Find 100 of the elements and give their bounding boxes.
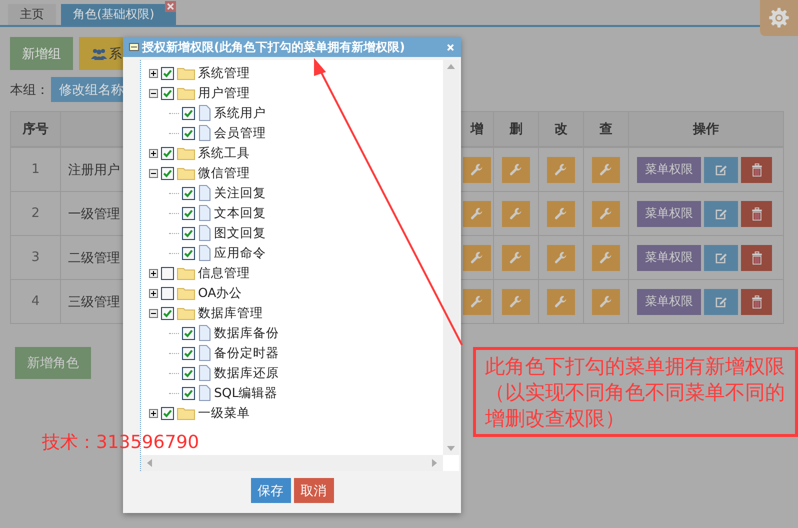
- checkbox[interactable]: [182, 186, 195, 200]
- close-icon[interactable]: [446, 42, 455, 52]
- edit-button[interactable]: [704, 156, 738, 182]
- tree-item-label[interactable]: 系统管理: [198, 64, 250, 82]
- file-icon: [198, 185, 211, 201]
- expand-toggle[interactable]: [149, 268, 158, 278]
- settings-icon: [768, 7, 790, 29]
- tree-item-label[interactable]: 文本回复: [214, 204, 266, 222]
- folder-icon: [177, 66, 195, 80]
- checkbox[interactable]: [182, 326, 195, 340]
- column-header: 操作: [692, 121, 720, 139]
- wrench-icon: [470, 206, 484, 220]
- delete-button[interactable]: [741, 288, 772, 314]
- checkbox[interactable]: [161, 306, 174, 320]
- table-cell: 4: [31, 294, 40, 309]
- table-cell: 2: [31, 206, 40, 221]
- wrench-icon: [470, 250, 484, 264]
- checkbox[interactable]: [182, 346, 195, 360]
- checkbox[interactable]: [182, 126, 195, 140]
- wrench-icon: [554, 162, 568, 176]
- trash-icon: [750, 294, 764, 308]
- group-label: 本组：: [10, 82, 49, 98]
- tree-item-label[interactable]: 图文回复: [214, 224, 266, 242]
- tree-item-label[interactable]: 信息管理: [198, 264, 250, 282]
- checkbox[interactable]: [161, 66, 174, 80]
- delete-button[interactable]: [741, 244, 772, 270]
- tree-item-label[interactable]: 会员管理: [214, 124, 266, 142]
- edit-button[interactable]: [704, 288, 738, 314]
- edit-icon: [714, 294, 728, 308]
- wrench-icon: [554, 294, 568, 308]
- file-icon: [198, 365, 211, 381]
- wrench-icon: [509, 206, 523, 220]
- tree-item-label[interactable]: 系统用户: [214, 104, 266, 122]
- expand-toggle[interactable]: [149, 308, 158, 318]
- file-icon: [198, 125, 211, 141]
- column-header: 删: [494, 112, 539, 146]
- checkbox[interactable]: [161, 266, 174, 280]
- wrench-button[interactable]: [463, 200, 491, 226]
- wrench-button[interactable]: [463, 288, 491, 314]
- expand-toggle[interactable]: [149, 288, 158, 298]
- expand-toggle[interactable]: [149, 88, 158, 98]
- tree-item-label[interactable]: OA办公: [198, 284, 242, 302]
- wrench-button[interactable]: [463, 156, 491, 182]
- folder-icon: [177, 286, 195, 300]
- file-icon: [198, 385, 211, 401]
- checkbox[interactable]: [182, 226, 195, 240]
- file-icon: [198, 245, 211, 261]
- delete-button[interactable]: [741, 200, 772, 226]
- tree-item-label[interactable]: SQL编辑器: [214, 384, 278, 402]
- expand-toggle[interactable]: [149, 68, 158, 78]
- table-cell: 3: [31, 250, 40, 265]
- wrench-icon: [470, 294, 484, 308]
- edit-button[interactable]: [704, 200, 738, 226]
- window-icon: [129, 43, 139, 51]
- checkbox[interactable]: [182, 366, 195, 380]
- edit-button[interactable]: [704, 244, 738, 270]
- trash-icon: [750, 206, 764, 220]
- contact-text: 技术：313596790: [42, 431, 200, 454]
- tree-item-label[interactable]: 系统工具: [198, 144, 250, 162]
- tree-item-label[interactable]: 备份定时器: [214, 344, 279, 362]
- checkbox[interactable]: [182, 386, 195, 400]
- expand-toggle[interactable]: [149, 168, 158, 178]
- edit-icon: [714, 250, 728, 264]
- checkbox[interactable]: [161, 86, 174, 100]
- annotation-text: 此角色下打勾的菜单拥有新增权限（以实现不同角色不同菜单不同的增删改查权限）: [473, 347, 798, 437]
- file-icon: [198, 105, 211, 121]
- delete-button[interactable]: [741, 156, 772, 182]
- checkbox[interactable]: [182, 246, 195, 260]
- close-icon[interactable]: [165, 1, 176, 12]
- wrench-icon: [509, 250, 523, 264]
- folder-icon: [177, 306, 195, 320]
- wrench-icon: [554, 250, 568, 264]
- tree-item-label[interactable]: 数据库备份: [214, 324, 279, 342]
- dialog-button[interactable]: 取消: [294, 478, 334, 503]
- checkbox[interactable]: [161, 286, 174, 300]
- users-icon: [91, 48, 107, 60]
- edit-icon: [714, 206, 728, 220]
- checkbox[interactable]: [182, 106, 195, 120]
- dialog-title: 授权新增权限(此角色下打勾的菜单拥有新增权限): [142, 38, 406, 56]
- tab[interactable]: 主页: [8, 4, 56, 25]
- table-cell-text: 一级管理: [68, 206, 120, 222]
- checkbox[interactable]: [161, 406, 174, 420]
- checkbox[interactable]: [182, 206, 195, 220]
- folder-icon: [177, 406, 195, 420]
- tree-item-label[interactable]: 用户管理: [198, 84, 250, 102]
- expand-toggle[interactable]: [149, 408, 158, 418]
- checkbox[interactable]: [161, 166, 174, 180]
- tree-item-label[interactable]: 一级菜单: [198, 404, 250, 422]
- trash-icon: [750, 250, 764, 264]
- tree-item-label[interactable]: 应用命令: [214, 244, 266, 262]
- tree-item-label[interactable]: 数据库还原: [214, 364, 279, 382]
- checkbox[interactable]: [161, 146, 174, 160]
- wrench-button[interactable]: [463, 244, 491, 270]
- tree-item-label[interactable]: 数据库管理: [198, 304, 263, 322]
- tree-item-label[interactable]: 微信管理: [198, 164, 250, 182]
- dialog-button[interactable]: 保存: [250, 478, 290, 503]
- expand-toggle[interactable]: [149, 148, 158, 158]
- wrench-icon: [599, 250, 613, 264]
- tree-item-label[interactable]: 关注回复: [214, 184, 266, 202]
- file-icon: [198, 225, 211, 241]
